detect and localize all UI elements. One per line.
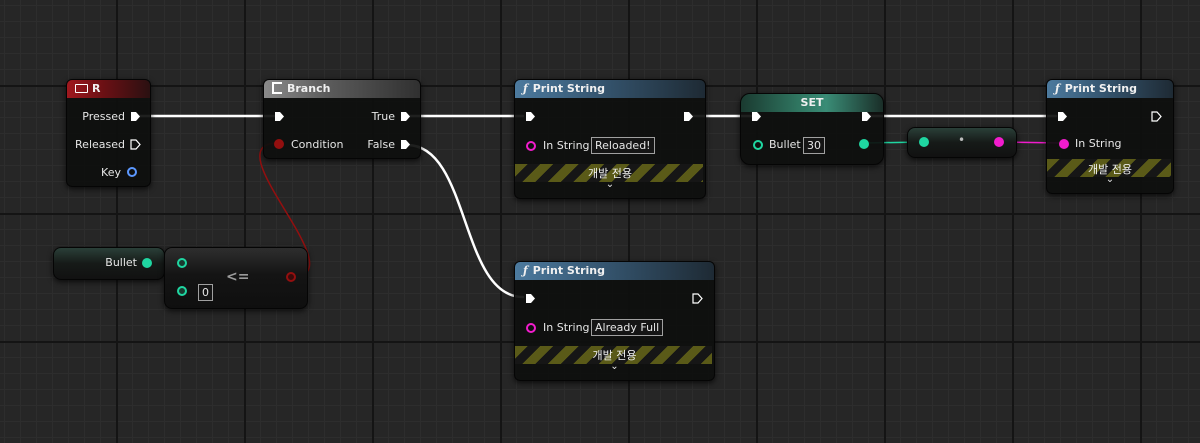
- pressed-label: Pressed: [82, 110, 125, 123]
- released-exec-pin-icon[interactable]: [130, 139, 141, 150]
- branch-icon: [272, 82, 282, 94]
- false-label: False: [367, 138, 395, 151]
- function-icon: ƒ: [523, 264, 528, 277]
- condition-pin-icon[interactable]: [274, 139, 284, 149]
- set-bullet-out-pin-icon[interactable]: [859, 139, 869, 149]
- set-exec-out-pin-icon[interactable]: [861, 111, 872, 122]
- print-reloaded-instring-input[interactable]: Reloaded!: [591, 137, 655, 154]
- print-reloaded-instring-pin-icon[interactable]: [526, 141, 536, 151]
- set-bullet-node[interactable]: SET Bullet 30: [740, 93, 884, 165]
- int-to-string-conversion-node[interactable]: •: [907, 127, 1017, 158]
- function-icon: ƒ: [1055, 82, 1060, 95]
- print-string-reloaded-node[interactable]: ƒ Print String In String Reloaded! 개발 전용 …: [514, 79, 706, 199]
- print-reloaded-exec-out-pin-icon[interactable]: [683, 111, 694, 122]
- print-reloaded-instring-label: In String: [543, 139, 590, 152]
- compare-operator-label: <=: [226, 269, 250, 285]
- print-full-instring-pin-icon[interactable]: [526, 323, 536, 333]
- set-exec-in-pin-icon[interactable]: [751, 111, 762, 122]
- wire-false-to-print-full: [405, 143, 525, 299]
- compare-b-pin-icon[interactable]: [177, 286, 187, 296]
- get-bullet-label: Bullet: [105, 256, 137, 269]
- print-string-reloaded-title: Print String: [532, 82, 605, 95]
- print-final-instring-label: In String: [1075, 137, 1122, 150]
- set-bullet-value-input[interactable]: 30: [803, 137, 825, 154]
- print-string-reloaded-header: ƒ Print String: [515, 80, 705, 98]
- chevron-down-icon[interactable]: ⌄: [515, 361, 714, 372]
- key-label: Key: [101, 166, 121, 179]
- print-string-final-header: ƒ Print String: [1047, 80, 1173, 98]
- branch-title: Branch: [287, 82, 331, 95]
- chevron-down-icon[interactable]: ⌄: [1047, 174, 1173, 185]
- key-event-header: R: [67, 80, 150, 98]
- set-bullet-label: Bullet: [769, 138, 801, 151]
- conversion-dot-icon: •: [958, 133, 966, 147]
- pressed-exec-pin-icon[interactable]: [130, 111, 141, 122]
- print-string-full-node[interactable]: ƒ Print String In String Already Full 개발 …: [514, 261, 715, 381]
- key-data-pin-icon[interactable]: [127, 167, 137, 177]
- less-equal-compare-node[interactable]: 0 <=: [164, 247, 308, 309]
- print-final-instring-pin-icon[interactable]: [1059, 139, 1069, 149]
- set-bullet-in-pin-icon[interactable]: [753, 140, 763, 150]
- print-final-exec-in-pin-icon[interactable]: [1057, 111, 1068, 122]
- false-exec-pin-icon[interactable]: [400, 139, 411, 150]
- compare-a-pin-icon[interactable]: [177, 258, 187, 268]
- compare-out-pin-icon[interactable]: [286, 272, 296, 282]
- print-string-final-title: Print String: [1064, 82, 1137, 95]
- released-label: Released: [75, 138, 125, 151]
- branch-header: Branch: [264, 80, 420, 98]
- true-exec-pin-icon[interactable]: [400, 111, 411, 122]
- branch-exec-in-pin-icon[interactable]: [274, 111, 285, 122]
- function-icon: ƒ: [523, 82, 528, 95]
- conversion-in-pin-icon[interactable]: [919, 137, 929, 147]
- get-bullet-node[interactable]: Bullet: [53, 247, 165, 280]
- condition-label: Condition: [291, 138, 344, 151]
- true-label: True: [371, 110, 395, 123]
- print-string-final-node[interactable]: ƒ Print String In String 개발 전용 ⌄: [1046, 79, 1174, 194]
- print-full-exec-out-pin-icon[interactable]: [692, 293, 703, 304]
- key-event-node[interactable]: R Pressed Released Key: [66, 79, 151, 187]
- conversion-out-pin-icon[interactable]: [994, 137, 1004, 147]
- compare-b-value-input[interactable]: 0: [198, 284, 213, 301]
- set-title: SET: [800, 96, 824, 109]
- set-bullet-header: SET: [741, 94, 883, 112]
- print-final-exec-out-pin-icon[interactable]: [1151, 111, 1162, 122]
- print-string-full-title: Print String: [532, 264, 605, 277]
- key-event-title: R: [92, 82, 101, 95]
- print-string-full-header: ƒ Print String: [515, 262, 714, 280]
- print-reloaded-exec-in-pin-icon[interactable]: [525, 111, 536, 122]
- get-bullet-out-pin-icon[interactable]: [142, 258, 152, 268]
- print-full-instring-label: In String: [543, 321, 590, 334]
- print-full-exec-in-pin-icon[interactable]: [525, 293, 536, 304]
- chevron-down-icon[interactable]: ⌄: [515, 179, 705, 190]
- keyboard-icon: [75, 83, 88, 93]
- print-full-instring-input[interactable]: Already Full: [591, 319, 664, 336]
- branch-node[interactable]: Branch Condition True False: [263, 79, 421, 159]
